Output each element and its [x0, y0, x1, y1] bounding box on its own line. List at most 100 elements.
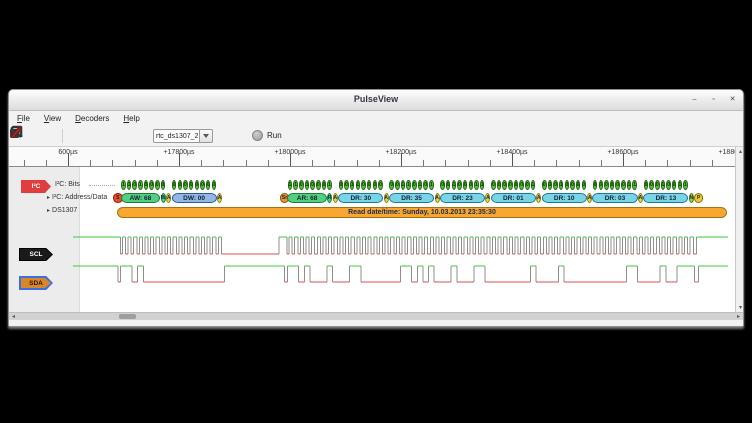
combo-dropdown-button[interactable]	[200, 129, 213, 143]
zoom-fit-button[interactable]	[111, 127, 129, 145]
bit-annotation: 1	[429, 180, 434, 190]
bit-annotation: 0	[644, 180, 649, 190]
scl-channel-tag[interactable]: SCL	[19, 248, 53, 261]
bit-annotation: 1	[480, 180, 485, 190]
i2c-annotation-aw: AW: 68	[121, 193, 161, 203]
menu-item-view[interactable]: View	[44, 114, 61, 123]
trace-view[interactable]: I²C: Bits I²C: Address/Data DS1307 11010…	[9, 167, 744, 312]
minimize-button[interactable]: –	[690, 95, 699, 104]
maximize-button[interactable]: ▫	[709, 95, 718, 104]
ruler-minor-tick	[468, 160, 469, 166]
bit-annotation: 0	[423, 180, 428, 190]
ruler-minor-tick	[357, 160, 358, 166]
menu-item-help[interactable]: Help	[123, 114, 139, 123]
sda-channel-tag[interactable]: SDA	[19, 276, 53, 290]
ruler-minor-tick	[312, 160, 313, 166]
bit-annotation: 0	[195, 180, 200, 190]
zoom-in-button[interactable]	[69, 127, 87, 145]
scroll-up-arrow-icon[interactable]: ▴	[736, 148, 744, 155]
vertical-scrollbar[interactable]: ▴ ▾	[735, 147, 744, 312]
run-button[interactable]: Run	[246, 128, 288, 143]
bit-annotation: 0	[502, 180, 507, 190]
ruler-minor-tick	[601, 160, 602, 166]
i2c-annotation-dr: DR: 10	[542, 193, 587, 203]
ruler-minor-tick	[534, 160, 535, 166]
bit-annotation: 0	[161, 180, 166, 190]
bit-annotation: 0	[666, 180, 671, 190]
bit-annotation: 0	[565, 180, 570, 190]
session-file-combo[interactable]: rtc_ds1307_2	[153, 129, 200, 143]
scroll-down-arrow-icon[interactable]: ▾	[736, 304, 744, 311]
bit-annotation: 0	[514, 180, 519, 190]
zoom-one-to-one-button[interactable]	[132, 127, 150, 145]
bit-annotation: 0	[367, 180, 372, 190]
run-button-label: Run	[267, 131, 282, 140]
bit-annotation: 0	[361, 180, 366, 190]
i2c-annotation-w: W	[161, 193, 166, 203]
bit-annotation: 0	[615, 180, 620, 190]
ruler-minor-tick	[445, 160, 446, 166]
horizontal-scroll-thumb[interactable]	[119, 314, 136, 319]
bit-annotation: 1	[121, 180, 126, 190]
ruler-minor-tick	[201, 160, 202, 166]
time-ruler: 600µs+17800µs+18000µs+18200µs+18400µs+18…	[9, 147, 743, 167]
titlebar-controls: – ▫ ✕	[690, 95, 737, 104]
bit-annotation: 0	[316, 180, 321, 190]
i2c-annotation-a: A	[435, 193, 440, 203]
save-session-button[interactable]	[38, 127, 56, 145]
bit-annotation: 0	[508, 180, 513, 190]
ruler-minor-tick	[46, 160, 47, 166]
ruler-major-tick	[290, 153, 291, 166]
bit-annotation: 0	[149, 180, 154, 190]
i2c-annotation-ar: AR: 68	[287, 193, 327, 203]
bit-annotation: 0	[440, 180, 445, 190]
ruler-minor-tick	[556, 160, 557, 166]
bit-annotation: 1	[627, 180, 632, 190]
menu-bar: File View Decoders Help	[9, 111, 743, 125]
bit-annotation: 0	[582, 180, 587, 190]
zoom-out-button[interactable]	[90, 127, 108, 145]
chevron-down-icon	[203, 134, 209, 138]
title-bar[interactable]: PulseView –▫✕	[9, 90, 743, 111]
bit-annotation: 1	[356, 180, 361, 190]
bit-annotation: 0	[621, 180, 626, 190]
ruler-major-tick	[68, 153, 69, 166]
i2c-annotation-p: P	[694, 193, 704, 203]
i2c-annotation-a: A	[333, 193, 338, 203]
i2c-annotation-dr: DR: 13	[643, 193, 688, 203]
bit-annotation: 0	[412, 180, 417, 190]
bit-annotation: 0	[378, 180, 383, 190]
bit-annotation: 1	[661, 180, 666, 190]
bit-annotation: 0	[599, 180, 604, 190]
bit-annotation: 0	[155, 180, 160, 190]
bit-annotation: 0	[310, 180, 315, 190]
ruler-minor-tick	[246, 160, 247, 166]
scroll-right-arrow-icon[interactable]: ▸	[737, 313, 740, 321]
bit-annotation: 0	[200, 180, 205, 190]
i2c-decoder-tag[interactable]: I²C	[21, 180, 51, 193]
bit-annotation: 0	[457, 180, 462, 190]
bit-annotation: 0	[649, 180, 654, 190]
bit-annotation: 0	[553, 180, 558, 190]
menu-item-file[interactable]: File	[17, 114, 30, 123]
bit-annotation: 1	[683, 180, 688, 190]
horizontal-scrollbar[interactable]: ◂ ▸	[9, 312, 743, 320]
bit-annotation: 1	[127, 180, 132, 190]
bit-annotation: 0	[212, 180, 217, 190]
probe-config-button[interactable]	[219, 127, 237, 145]
close-button[interactable]: ✕	[728, 95, 737, 104]
ruler-minor-tick	[135, 160, 136, 166]
bit-annotation: 0	[178, 180, 183, 190]
bit-annotation: 0	[542, 180, 547, 190]
ruler-minor-tick	[423, 160, 424, 166]
toolbar: rtc_ds1307_2 Run	[9, 125, 743, 147]
ds1307-annotation: Read date/time: Sunday, 10.03.2013 23:35…	[117, 207, 727, 218]
menu-item-decoders[interactable]: Decoders	[75, 114, 109, 123]
bit-annotation: 1	[418, 180, 423, 190]
ruler-minor-tick	[112, 160, 113, 166]
scroll-left-arrow-icon[interactable]: ◂	[12, 313, 15, 321]
ruler-minor-tick	[712, 160, 713, 166]
i2c-annotation-dr: DR: 23	[440, 193, 485, 203]
ruler-minor-tick	[268, 160, 269, 166]
bit-annotation: 0	[610, 180, 615, 190]
